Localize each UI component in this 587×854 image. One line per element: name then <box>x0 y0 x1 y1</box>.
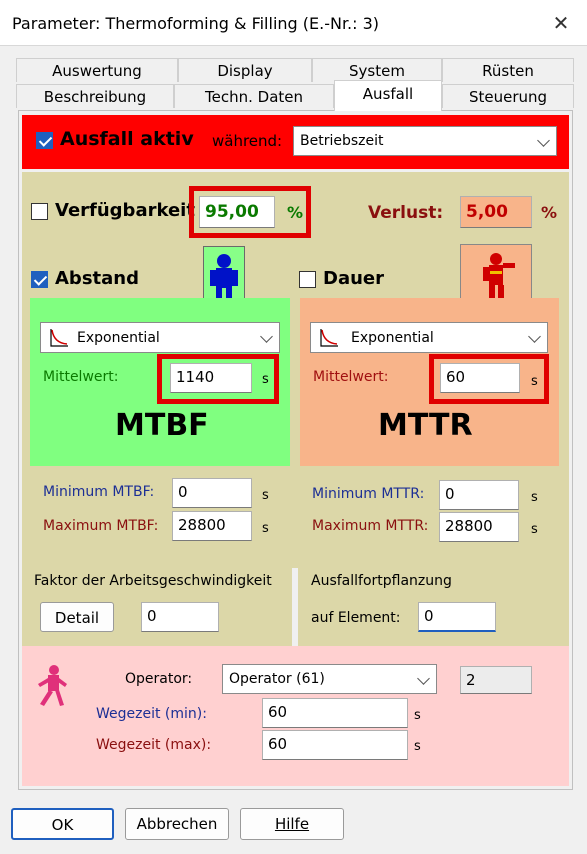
chevron-down-icon <box>537 134 550 147</box>
max-mtbf-unit: s <box>262 521 269 536</box>
wegezeit-max-unit: s <box>414 739 421 754</box>
operator-select[interactable]: Operator (61) <box>222 664 437 694</box>
verfuegbarkeit-unit: % <box>287 203 304 222</box>
dauer-mittelwert-label: Mittelwert: <box>313 369 389 385</box>
chevron-down-icon <box>417 672 430 685</box>
chevron-down-icon <box>528 330 541 343</box>
close-icon[interactable]: ✕ <box>546 8 576 38</box>
max-mttr-unit: s <box>531 522 538 537</box>
dauer-checkbox[interactable] <box>299 271 316 288</box>
dauer-label: Dauer <box>323 268 384 289</box>
min-mttr-unit: s <box>531 490 538 505</box>
verlust-unit: % <box>541 203 558 222</box>
abbrechen-button[interactable]: Abbrechen <box>125 808 229 840</box>
fortpflanzung-label: Ausfallfortpflanzung <box>311 573 452 589</box>
abstand-checkbox[interactable] <box>31 271 48 288</box>
max-mttr-input[interactable]: 28800 <box>439 512 519 542</box>
faktor-input[interactable]: 0 <box>141 602 219 632</box>
verlust-field: 5,00 <box>460 196 532 228</box>
mttr-title: MTTR <box>378 408 473 443</box>
exponential-curve-icon <box>319 328 339 359</box>
running-operator-icon <box>30 664 72 708</box>
max-mtbf-label: Maximum MTBF: <box>43 518 159 534</box>
tab-steuerung[interactable]: Steuerung <box>442 84 574 108</box>
tab-techn-daten[interactable]: Techn. Daten <box>174 84 334 108</box>
abstand-mittelwert-unit: s <box>262 372 269 387</box>
exponential-curve-icon <box>49 328 69 359</box>
min-mtbf-unit: s <box>262 488 269 503</box>
abstand-distribution-select[interactable]: Exponential <box>40 322 280 353</box>
tab-auswertung[interactable]: Auswertung <box>16 58 178 82</box>
tab-beschreibung[interactable]: Beschreibung <box>16 84 174 108</box>
wegezeit-min-unit: s <box>414 708 421 723</box>
verfuegbarkeit-input[interactable]: 95,00 <box>199 196 275 228</box>
verfuegbarkeit-label: Verfügbarkeit <box>55 200 195 221</box>
min-mtbf-label: Minimum MTBF: <box>43 484 155 500</box>
faktor-label: Faktor der Arbeitsgeschwindigkeit <box>34 573 272 589</box>
abstand-label: Abstand <box>55 268 139 289</box>
verfuegbarkeit-checkbox[interactable] <box>31 203 48 220</box>
dauer-distribution-select[interactable]: Exponential <box>310 322 548 353</box>
max-mtbf-input[interactable]: 28800 <box>172 511 252 541</box>
dauer-mittelwert-input[interactable]: 60 <box>440 363 520 393</box>
wegezeit-min-label: Wegezeit (min): <box>96 706 207 722</box>
tab-display[interactable]: Display <box>178 58 312 82</box>
tab-ruesten[interactable]: Rüsten <box>442 58 574 82</box>
abstand-mittelwert-input[interactable]: 1140 <box>170 363 252 393</box>
auf-element-label: auf Element: <box>311 610 401 626</box>
min-mttr-input[interactable]: 0 <box>439 480 519 510</box>
abstand-mittelwert-label: Mittelwert: <box>43 369 119 385</box>
mtbf-title: MTBF <box>115 408 209 443</box>
detail-button[interactable]: Detail <box>40 602 114 632</box>
max-mttr-label: Maximum MTTR: <box>312 518 429 534</box>
ausfall-aktiv-label: Ausfall aktiv <box>60 128 194 150</box>
min-mtbf-input[interactable]: 0 <box>172 478 252 508</box>
ok-button[interactable]: OK <box>11 808 114 840</box>
window-title: Parameter: Thermoforming & Filling (E.-N… <box>12 14 380 33</box>
waehrend-select[interactable]: Betriebszeit <box>293 126 557 156</box>
waehrend-label: während: <box>212 132 283 150</box>
min-mttr-label: Minimum MTTR: <box>312 486 425 502</box>
verlust-label: Verlust: <box>368 203 444 223</box>
wegezeit-max-label: Wegezeit (max): <box>96 737 212 753</box>
hilfe-button[interactable]: Hilfe <box>240 808 344 840</box>
dauer-mittelwert-unit: s <box>531 374 538 389</box>
operator-label: Operator: <box>125 671 193 687</box>
ausfall-aktiv-checkbox[interactable] <box>36 132 53 149</box>
tab-ausfall[interactable]: Ausfall <box>334 80 442 111</box>
operator-count-field: 2 <box>460 666 532 694</box>
tab-system[interactable]: System <box>312 58 442 82</box>
chevron-down-icon <box>260 330 273 343</box>
auf-element-input[interactable]: 0 <box>418 602 496 632</box>
wegezeit-min-input[interactable]: 60 <box>262 698 408 728</box>
wegezeit-max-input[interactable]: 60 <box>262 730 408 760</box>
